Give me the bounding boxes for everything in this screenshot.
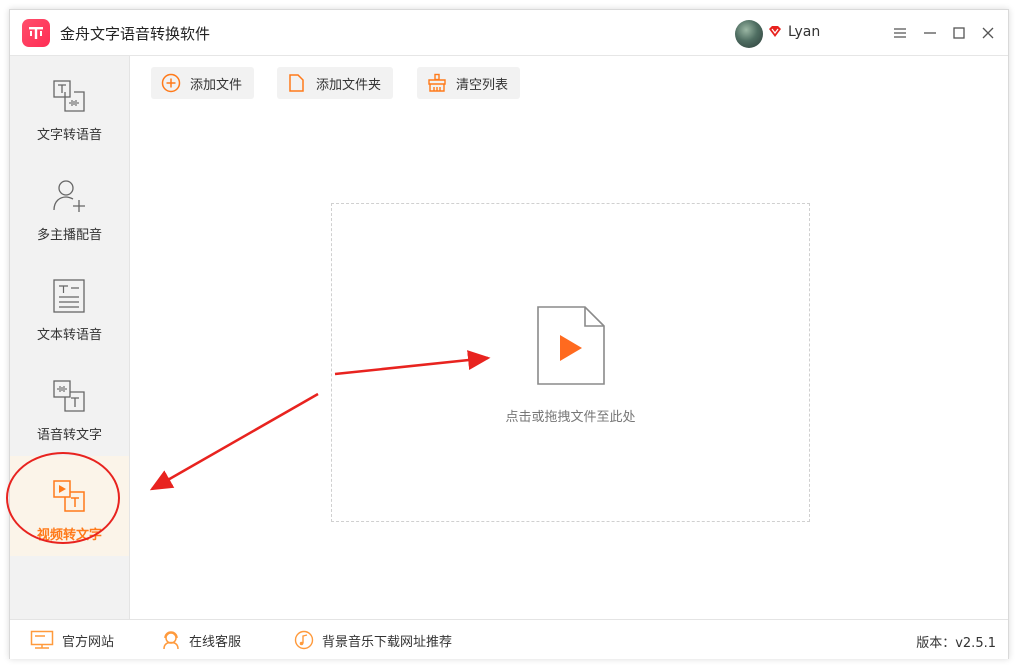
- sidebar: 文字转语音 多主播配音 文本转语音 语音转文字 视频转文字: [10, 56, 130, 619]
- sidebar-item-label: 视频转文字: [36, 528, 102, 543]
- clear-list-button[interactable]: 清空列表: [417, 67, 521, 99]
- music-download-link[interactable]: 背景音乐下载网址推荐: [294, 630, 452, 650]
- sidebar-item-text-to-speech[interactable]: 文字转语音: [10, 56, 129, 156]
- app-logo-icon: [22, 19, 50, 47]
- folder-icon: [289, 74, 304, 92]
- title-bar: 金舟文字语音转换软件 Lyan: [10, 10, 1008, 56]
- text-to-speech-icon: [53, 80, 85, 112]
- vip-icon: [769, 26, 781, 37]
- avatar[interactable]: [735, 20, 763, 48]
- user-name[interactable]: Lyan: [788, 24, 820, 40]
- sidebar-item-video-to-text[interactable]: 视频转文字: [10, 456, 129, 556]
- music-note-icon: [294, 630, 314, 650]
- document-to-speech-icon: [53, 279, 85, 313]
- sidebar-item-multi-voice[interactable]: 多主播配音: [10, 156, 129, 256]
- minimize-icon[interactable]: [920, 23, 940, 43]
- status-bar: 官方网站 在线客服 背景音乐下载网址推荐 版本：v2.5.1: [10, 619, 1008, 659]
- sidebar-item-label: 语音转文字: [36, 428, 102, 443]
- drop-hint: 点击或拖拽文件至此处: [505, 410, 636, 425]
- speech-to-text-icon: [53, 380, 85, 412]
- clear-list-label: 清空列表: [456, 77, 509, 93]
- official-website-link[interactable]: 官方网站: [30, 630, 114, 650]
- add-file-label: 添加文件: [190, 77, 243, 93]
- app-title: 金舟文字语音转换软件: [60, 25, 211, 43]
- add-circle-icon: [161, 73, 181, 93]
- multi-voice-icon: [53, 180, 85, 212]
- app-window: 金舟文字语音转换软件 Lyan 文字转语音 多主播配音 文本转语音 语音转文字 …: [9, 9, 1009, 659]
- sidebar-item-label: 文字转语音: [36, 128, 102, 143]
- online-support-link[interactable]: 在线客服: [161, 630, 241, 650]
- version-label: 版本：v2.5.1: [916, 636, 996, 651]
- sidebar-item-label: 文本转语音: [36, 328, 102, 343]
- add-folder-button[interactable]: 添加文件夹: [277, 67, 394, 99]
- file-drop-zone[interactable]: 点击或拖拽文件至此处: [331, 203, 810, 522]
- monitor-icon: [30, 630, 54, 649]
- support-label: 在线客服: [189, 634, 242, 650]
- website-label: 官方网站: [62, 634, 115, 650]
- menu-icon[interactable]: [890, 23, 910, 43]
- add-file-button[interactable]: 添加文件: [151, 67, 255, 99]
- add-folder-label: 添加文件夹: [316, 77, 382, 93]
- video-to-text-icon: [53, 480, 85, 512]
- music-label: 背景音乐下载网址推荐: [322, 634, 453, 650]
- maximize-icon[interactable]: [949, 23, 969, 43]
- video-file-icon: [537, 306, 605, 385]
- close-icon[interactable]: [978, 23, 998, 43]
- sidebar-item-label: 多主播配音: [36, 228, 102, 243]
- sidebar-item-speech-to-text[interactable]: 语音转文字: [10, 356, 129, 456]
- sidebar-item-document-to-speech[interactable]: 文本转语音: [10, 256, 129, 356]
- broom-icon: [428, 73, 446, 92]
- headset-user-icon: [163, 631, 179, 650]
